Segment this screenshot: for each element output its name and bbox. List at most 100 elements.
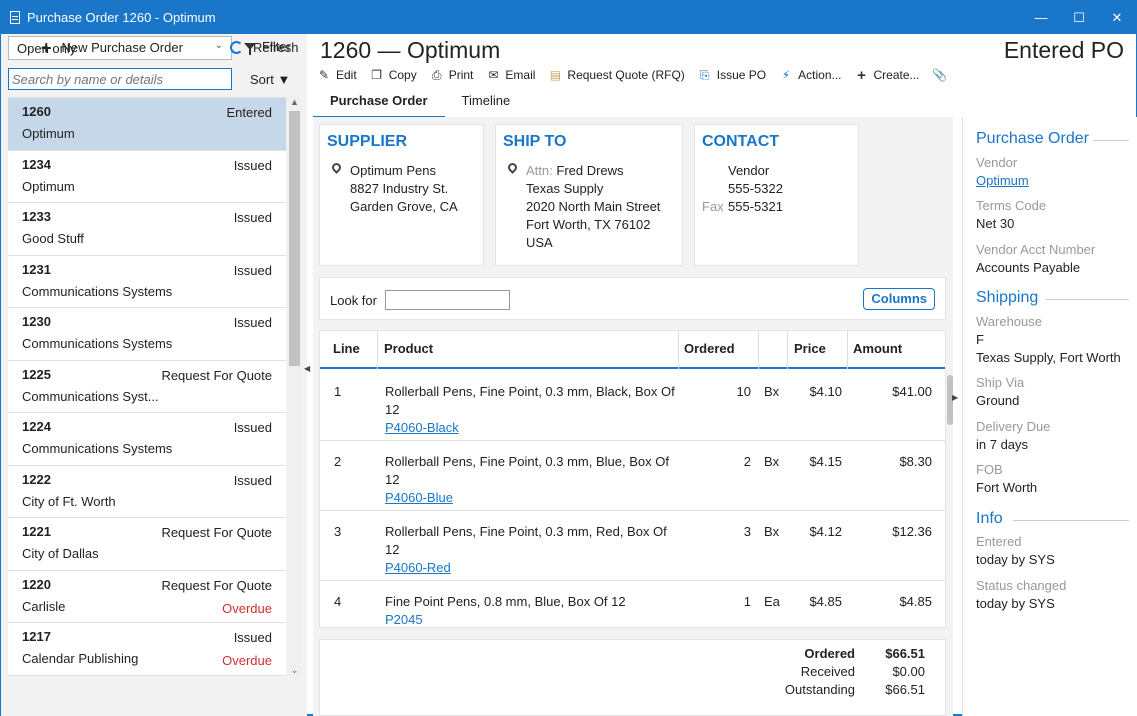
- product-description: Rollerball Pens, Fine Point, 0.3 mm, Red…: [385, 524, 667, 557]
- location-pin-icon: [506, 161, 519, 174]
- fob-value: Fort Worth: [976, 480, 1038, 495]
- list-item[interactable]: 1222 Issued City of Ft. Worth: [8, 466, 286, 518]
- refresh-icon: [230, 41, 243, 54]
- printer-icon: ⎙: [431, 67, 442, 82]
- window-controls: — ☐ ✕: [1022, 1, 1136, 34]
- request-quote-button[interactable]: ▤ Request Quote (RFQ): [548, 68, 685, 82]
- vendor-label: Vendor: [976, 155, 1018, 170]
- column-divider: [678, 331, 679, 369]
- envelope-icon: ✉: [488, 68, 499, 82]
- po-status: Issued: [233, 630, 272, 645]
- minimize-button[interactable]: —: [1022, 1, 1060, 34]
- cell-amount: $8.30: [899, 454, 932, 469]
- refresh-button[interactable]: Refresh: [230, 40, 299, 55]
- shipvia-label: Ship Via: [976, 375, 1025, 390]
- tab-timeline[interactable]: Timeline: [445, 89, 528, 119]
- supplier-heading: SUPPLIER: [327, 133, 408, 150]
- list-scrollbar[interactable]: ▲ ⌄: [287, 97, 302, 676]
- entered-value: today by SYS: [976, 552, 1055, 567]
- scroll-down-icon[interactable]: ⌄: [287, 665, 302, 676]
- cell-amount: $12.36: [892, 524, 932, 539]
- tab-purchase-order[interactable]: Purchase Order: [313, 89, 445, 119]
- new-po-label: New Purchase Order: [61, 40, 183, 55]
- col-price[interactable]: Price: [794, 341, 826, 356]
- list-item[interactable]: 1225 Request For Quote Communications Sy…: [8, 361, 286, 413]
- table-row[interactable]: 4 Fine Point Pens, 0.8 mm, Blue, Box Of …: [320, 581, 945, 627]
- look-for-input[interactable]: [385, 290, 510, 310]
- list-item[interactable]: 1260 Entered Optimum: [8, 98, 286, 151]
- sort-button[interactable]: Sort ▼: [250, 72, 290, 87]
- table-row[interactable]: 2 Rollerball Pens, Fine Point, 0.3 mm, B…: [320, 441, 945, 511]
- cell-line: 2: [334, 454, 342, 469]
- ship-to-city: Fort Worth, TX 76102: [526, 217, 651, 232]
- print-button[interactable]: ⎙ Print: [430, 67, 474, 83]
- new-po-button[interactable]: + New Purchase Order: [41, 39, 183, 57]
- contact-heading: CONTACT: [702, 133, 780, 150]
- issue-icon: ⎘: [699, 67, 710, 82]
- columns-button[interactable]: Columns: [863, 288, 935, 310]
- product-code-link[interactable]: P4060-Black: [385, 419, 675, 437]
- vendor-link[interactable]: Optimum: [976, 173, 1029, 188]
- email-button[interactable]: ✉ Email: [486, 68, 535, 82]
- product-code-link[interactable]: P4060-Red: [385, 559, 675, 577]
- lightning-icon: ⚡: [781, 68, 791, 82]
- table-row[interactable]: 1 Rollerball Pens, Fine Point, 0.3 mm, B…: [320, 371, 945, 441]
- warehouse-value: Texas Supply, Fort Worth: [976, 350, 1121, 365]
- supplier-name: Optimum Pens: [350, 163, 436, 178]
- product-code-link[interactable]: P2045: [385, 611, 675, 627]
- col-amount[interactable]: Amount: [853, 341, 902, 356]
- cell-unit: Bx: [764, 454, 780, 469]
- col-product[interactable]: Product: [384, 341, 433, 356]
- tab-bar: Purchase Order Timeline: [313, 89, 527, 119]
- ship-to-address: Attn: Fred Drews Texas Supply 2020 North…: [526, 162, 660, 252]
- document-icon: ▤: [549, 68, 562, 82]
- action-button[interactable]: ⚡ Action...: [779, 68, 842, 82]
- search-input[interactable]: [8, 68, 232, 90]
- edit-button[interactable]: ✎ Edit: [317, 68, 357, 82]
- po-status: Issued: [233, 262, 272, 278]
- po-vendor: Communications Systems: [22, 283, 173, 299]
- table-row[interactable]: 3 Rollerball Pens, Fine Point, 0.3 mm, R…: [320, 511, 945, 581]
- cell-ordered: 2: [743, 454, 751, 469]
- scrollbar-thumb[interactable]: [289, 111, 300, 366]
- po-vendor: Communications Systems: [22, 336, 173, 351]
- po-vendor: Optimum: [22, 178, 75, 194]
- issue-po-button[interactable]: ⎘ Issue PO: [698, 67, 766, 83]
- received-total: $0.00: [892, 664, 925, 679]
- totals-panel: Ordered $66.51 Received $0.00 Outstandin…: [319, 639, 946, 716]
- cell-unit: Bx: [764, 524, 780, 539]
- list-item[interactable]: 1217 Issued Calendar Publishing Overdue: [8, 623, 286, 676]
- outstanding-total: $66.51: [885, 682, 925, 697]
- product-code-link[interactable]: P4060-Blue: [385, 489, 675, 507]
- column-divider: [758, 331, 759, 369]
- copy-button[interactable]: ❐ Copy: [370, 68, 417, 82]
- list-item[interactable]: 1233 Issued Good Stuff: [8, 203, 286, 256]
- list-item[interactable]: 1220 Request For Quote Carlisle Overdue: [8, 571, 286, 623]
- acct-value: Accounts Payable: [976, 260, 1081, 275]
- copy-label: Copy: [388, 68, 417, 82]
- list-item[interactable]: 1234 Issued Optimum: [8, 151, 286, 203]
- list-item[interactable]: 1230 Issued Communications Systems: [8, 308, 286, 361]
- location-pin-icon: [330, 161, 343, 174]
- cell-ordered: 3: [743, 524, 751, 539]
- list-item[interactable]: 1231 Issued Communications Systems: [8, 256, 286, 308]
- list-item[interactable]: 1224 Issued Communications Systems: [8, 413, 286, 466]
- maximize-button[interactable]: ☐: [1060, 1, 1098, 34]
- col-ordered[interactable]: Ordered: [684, 341, 735, 356]
- look-for-label: Look for: [330, 293, 377, 308]
- cell-line: 3: [334, 524, 342, 539]
- po-status: Request For Quote: [161, 525, 272, 540]
- col-line[interactable]: Line: [333, 341, 360, 356]
- po-status: Entered: [226, 105, 272, 120]
- scroll-up-icon[interactable]: ▲: [287, 97, 302, 107]
- attach-button[interactable]: 📎: [932, 68, 947, 82]
- window-title: Purchase Order 1260 - Optimum: [27, 10, 216, 25]
- list-item[interactable]: 1221 Request For Quote City of Dallas: [8, 518, 286, 571]
- fob-label: FOB: [976, 462, 1003, 477]
- refresh-label: Refresh: [253, 40, 299, 55]
- close-button[interactable]: ✕: [1098, 1, 1136, 34]
- collapse-left-icon[interactable]: ◀: [304, 364, 310, 373]
- collapse-right-icon[interactable]: ▶: [952, 393, 958, 402]
- cell-line: 4: [334, 594, 342, 609]
- create-button[interactable]: + Create...: [855, 67, 919, 84]
